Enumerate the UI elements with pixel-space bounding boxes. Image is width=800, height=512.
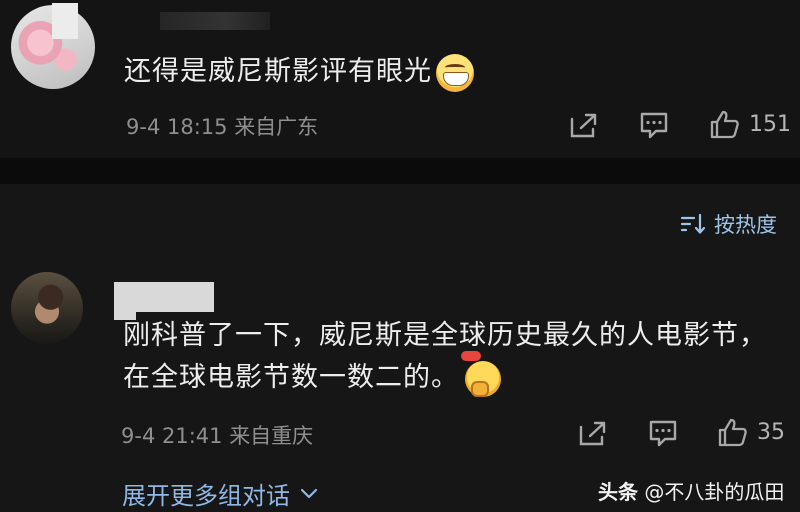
share-button[interactable] (577, 419, 609, 447)
grinning-face-icon (436, 53, 474, 92)
like-button[interactable]: 35 (717, 417, 785, 447)
like-count: 151 (749, 111, 791, 137)
comment-location: 来自重庆 (229, 424, 314, 448)
comment-timestamp: 9-4 21:41 (121, 424, 223, 448)
share-icon (570, 113, 597, 138)
reply-button[interactable] (648, 418, 678, 448)
comment-icon (649, 420, 677, 447)
comment-icon (640, 112, 668, 139)
like-count: 35 (757, 419, 785, 445)
comment-text: 还得是威尼斯影评有眼光 (124, 51, 764, 93)
username-redaction (52, 3, 78, 39)
comment-location: 来自广东 (234, 115, 319, 139)
like-button[interactable]: 151 (709, 109, 791, 139)
sort-label: 按热度 (714, 213, 777, 237)
comment-body: 刚科普了一下，威尼斯是全球历史最久的人电影节，在全球电影节数一数二的。 (123, 320, 767, 393)
chevron-down-icon (300, 488, 318, 498)
section-divider (0, 158, 800, 184)
reply-button[interactable] (639, 110, 669, 140)
username-redacted (160, 12, 270, 30)
share-button[interactable] (568, 111, 600, 139)
comment-text: 刚科普了一下，威尼斯是全球历史最久的人电影节，在全球电影节数一数二的。 (123, 315, 783, 399)
comment-meta: 9-4 18:15 来自广东 (126, 111, 318, 141)
watermark-platform: 头条 (598, 480, 638, 504)
avatar[interactable] (11, 272, 83, 344)
comment-timestamp: 9-4 18:15 (126, 115, 228, 139)
watermark-account: @不八卦的瓜田 (644, 480, 785, 504)
expand-label: 展开更多组对话 (122, 482, 290, 510)
share-icon (579, 421, 606, 446)
sort-icon (680, 213, 706, 234)
sort-by-popularity-button[interactable]: 按热度 (680, 209, 777, 239)
watermark: 头条 @不八卦的瓜田 (598, 476, 784, 505)
thumbs-up-icon (710, 110, 739, 139)
expand-more-replies-link[interactable]: 展开更多组对话 (122, 476, 318, 511)
comment-meta: 9-4 21:41 来自重庆 (121, 420, 313, 450)
thumbs-up-icon (718, 418, 747, 447)
comment-body: 还得是威尼斯影评有眼光 (124, 56, 432, 87)
thinking-face-icon (461, 350, 501, 397)
